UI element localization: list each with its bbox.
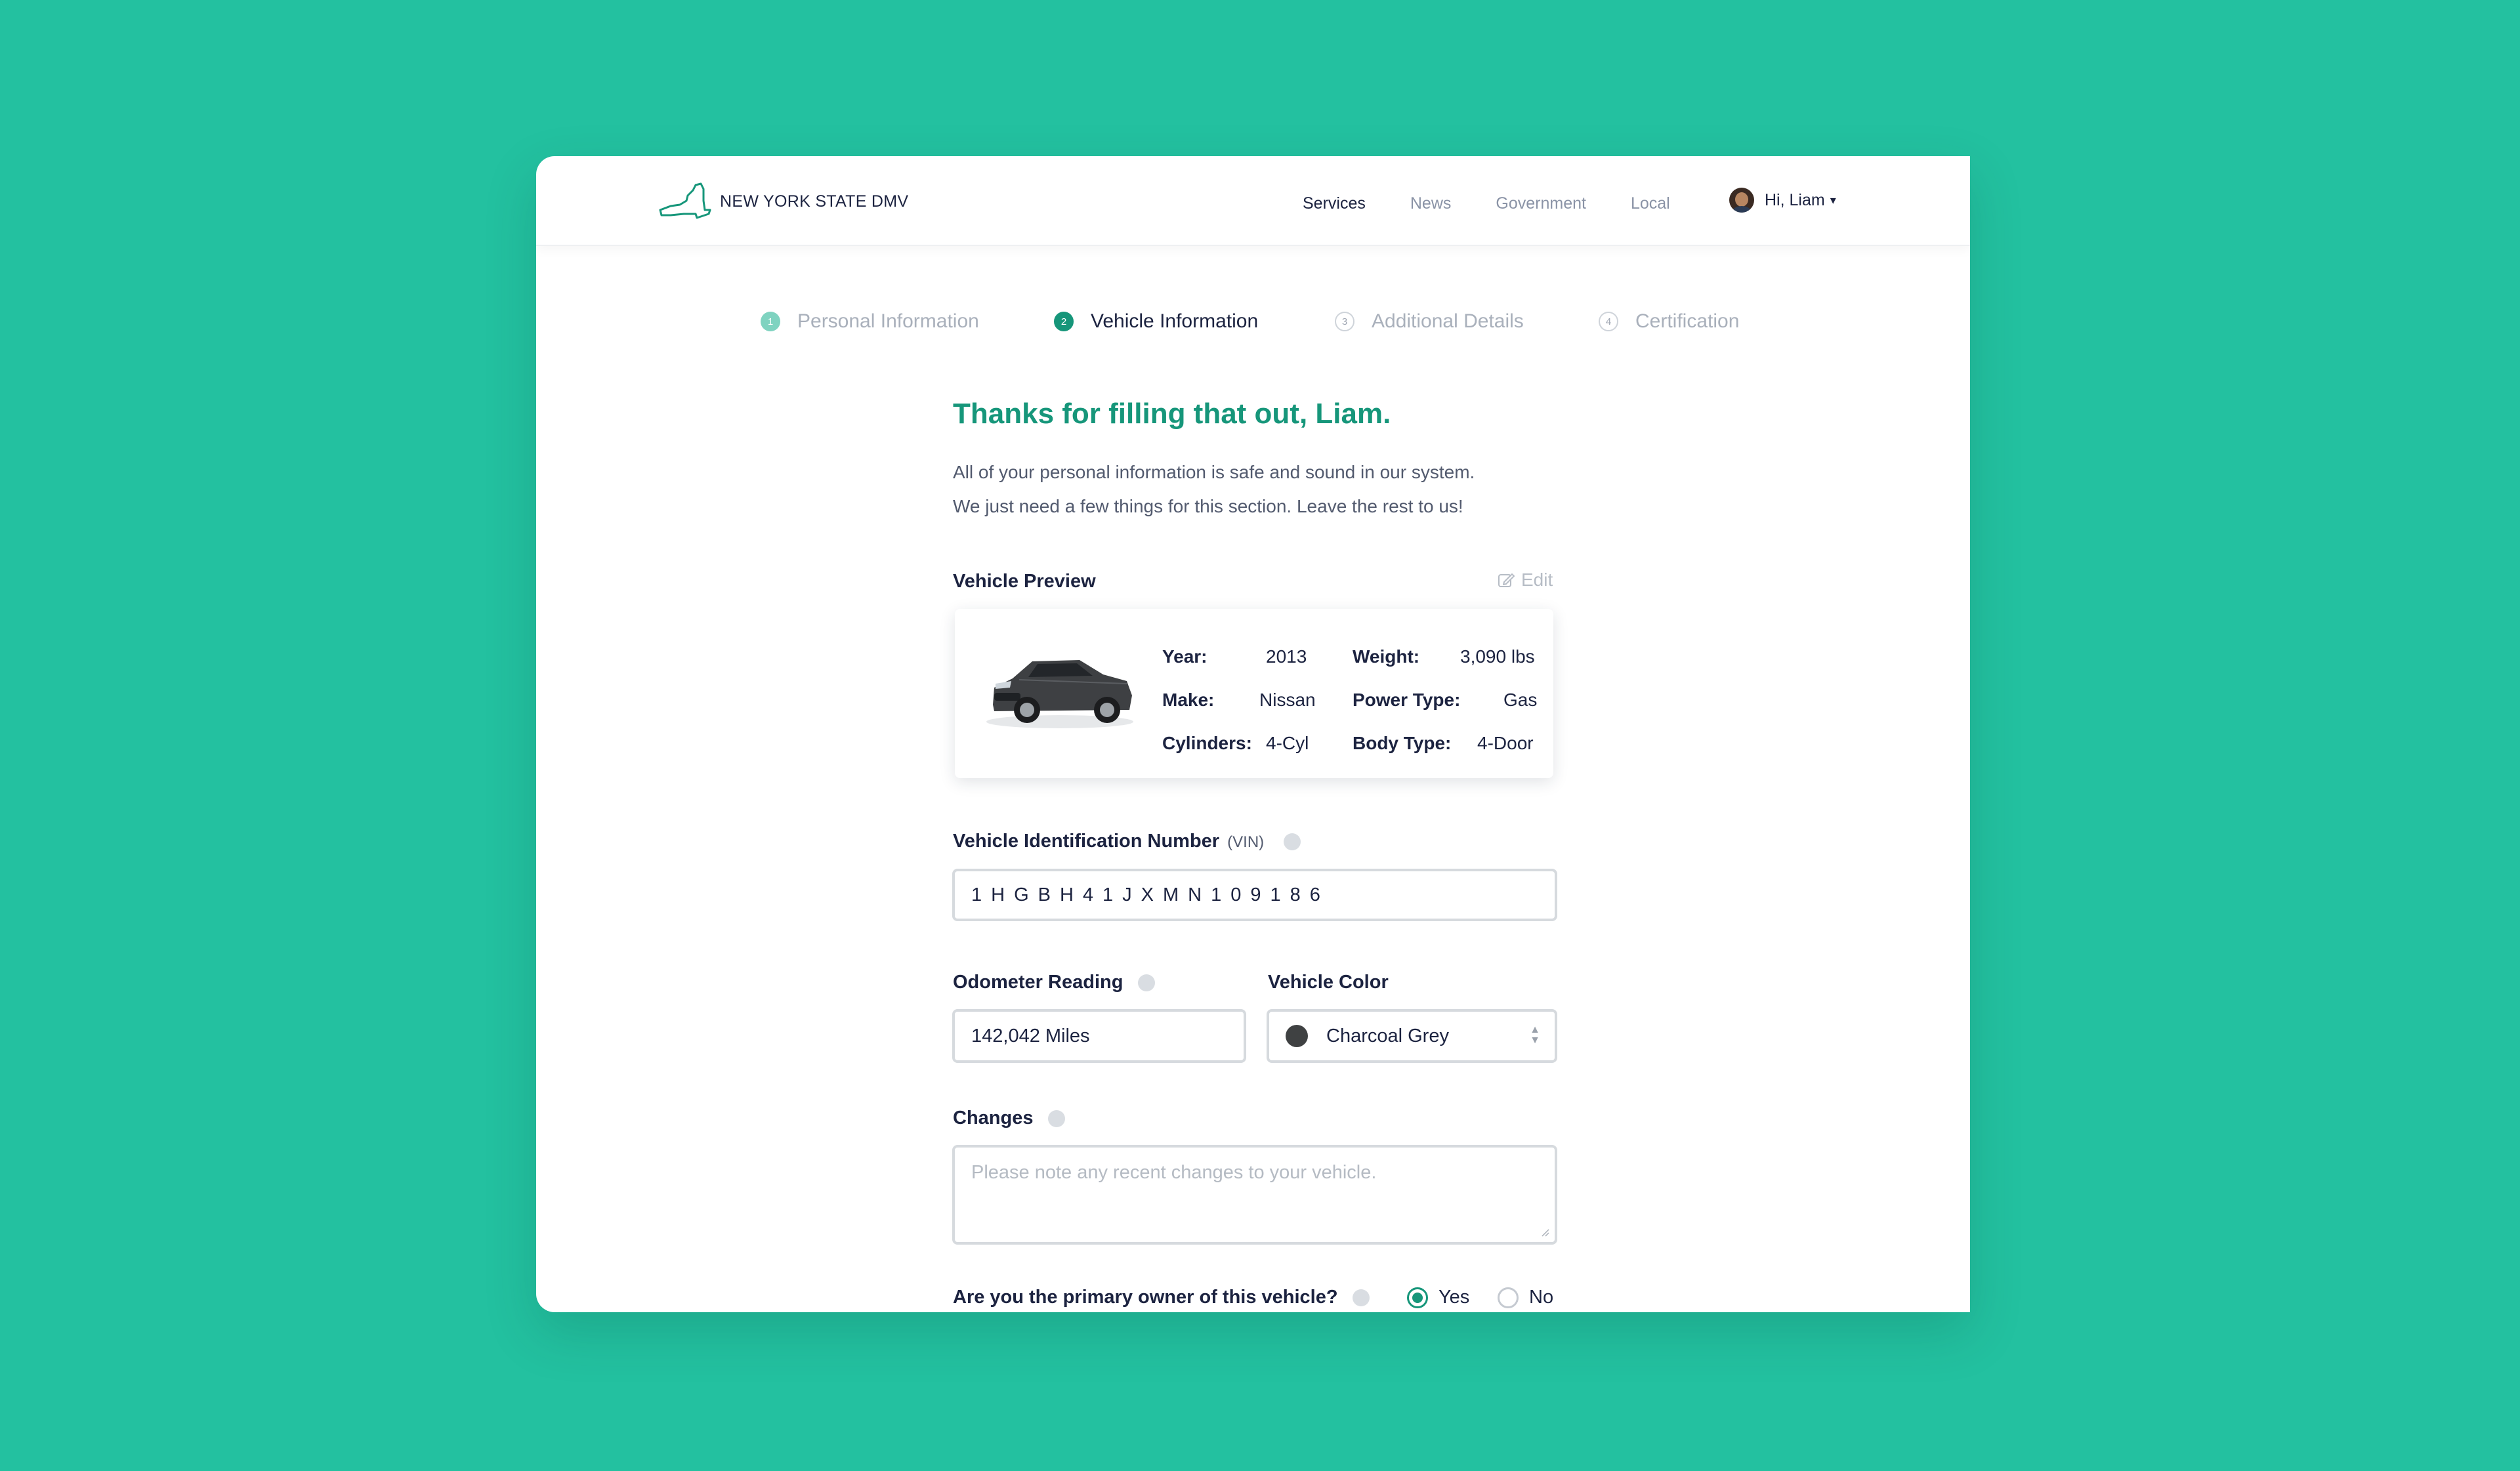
vehicle-color-value: Charcoal Grey xyxy=(1326,1025,1449,1046)
spec-make-value: Nissan xyxy=(1259,690,1316,710)
intro-line-1: All of your personal information is safe… xyxy=(953,462,1475,482)
spec-body-value: 4-Door xyxy=(1477,733,1534,753)
step-number: 4 xyxy=(1599,312,1618,331)
vehicle-preview-label: Vehicle Preview xyxy=(953,571,1096,592)
resize-handle-icon[interactable] xyxy=(1540,1228,1549,1237)
app-window: NEW YORK STATE DMV Services News Governm… xyxy=(536,156,1970,1312)
radio-indicator xyxy=(1498,1287,1519,1308)
select-arrows-icon: ▲ ▼ xyxy=(1530,1024,1540,1046)
intro-line-2: We just need a few things for this secti… xyxy=(953,496,1463,516)
nav-local[interactable]: Local xyxy=(1631,194,1670,213)
step-label: Vehicle Information xyxy=(1091,310,1259,332)
vin-label-text: Vehicle Identification Number xyxy=(953,831,1220,852)
nav-government[interactable]: Government xyxy=(1496,194,1586,213)
vin-label-suffix: (VIN) xyxy=(1227,833,1265,851)
owner-yes-radio[interactable]: Yes xyxy=(1407,1287,1469,1308)
step-personal-information[interactable]: 1 Personal Information xyxy=(761,310,979,333)
owner-no-label: No xyxy=(1529,1287,1554,1308)
spec-year: Year: xyxy=(1162,646,1208,667)
vehicle-color-label: Vehicle Color xyxy=(1268,972,1389,993)
odometer-label: Odometer Reading xyxy=(953,972,1155,993)
edit-button[interactable]: Edit xyxy=(1498,570,1553,590)
changes-textarea[interactable]: Please note any recent changes to your v… xyxy=(952,1145,1557,1245)
help-icon[interactable] xyxy=(1284,833,1301,851)
user-menu[interactable]: Hi, Liam ▾ xyxy=(1729,188,1836,213)
spec-make: Make: xyxy=(1162,690,1214,711)
vin-input[interactable]: 1HGBH41JXMN109186 xyxy=(952,869,1557,921)
progress-steps: 1 Personal Information 2 Vehicle Informa… xyxy=(536,310,1970,350)
vehicle-preview-card: Year: 2013 Make: Nissan Cylinders: 4-Cyl… xyxy=(955,609,1553,778)
nav-services[interactable]: Services xyxy=(1303,194,1366,213)
primary-owner-question-text: Are you the primary owner of this vehicl… xyxy=(953,1287,1338,1308)
spec-body-type: Body Type: xyxy=(1353,733,1451,754)
spec-power-value: Gas xyxy=(1503,690,1538,710)
car-image xyxy=(986,660,1133,728)
changes-label: Changes xyxy=(953,1108,1065,1129)
vehicle-color-select[interactable]: Charcoal Grey ▲ ▼ xyxy=(1267,1009,1557,1063)
chevron-down-icon: ▾ xyxy=(1830,193,1836,207)
spec-year-value: 2013 xyxy=(1266,646,1307,667)
color-swatch xyxy=(1286,1025,1308,1047)
step-number: 2 xyxy=(1054,312,1074,331)
nav-news[interactable]: News xyxy=(1410,194,1452,213)
spec-weight: Weight: xyxy=(1353,646,1419,667)
changes-label-text: Changes xyxy=(953,1108,1034,1129)
step-additional-details[interactable]: 3 Additional Details xyxy=(1335,310,1524,333)
spec-body-label: Body Type: xyxy=(1353,733,1452,753)
odometer-input[interactable]: 142,042 Miles xyxy=(952,1009,1246,1063)
help-icon[interactable] xyxy=(1137,974,1155,992)
spec-cylinders-value: 4-Cyl xyxy=(1266,733,1309,753)
spec-power-label: Power Type: xyxy=(1353,690,1461,710)
changes-placeholder: Please note any recent changes to your v… xyxy=(971,1162,1377,1183)
spec-weight-value: 3,090 lbs xyxy=(1460,646,1535,667)
main-nav: Services News Government Local xyxy=(1303,194,1715,213)
step-number: 1 xyxy=(761,312,780,331)
odometer-label-text: Odometer Reading xyxy=(953,972,1124,993)
vin-label: Vehicle Identification Number (VIN) xyxy=(953,831,1301,852)
spec-power-type: Power Type: xyxy=(1353,690,1460,711)
owner-no-radio[interactable]: No xyxy=(1498,1287,1553,1308)
spec-weight-label: Weight: xyxy=(1353,646,1420,667)
primary-owner-question: Are you the primary owner of this vehicl… xyxy=(953,1287,1370,1308)
spec-cylinders: Cylinders: xyxy=(1162,733,1252,754)
pencil-icon xyxy=(1498,573,1515,587)
edit-label: Edit xyxy=(1521,570,1553,590)
step-label: Additional Details xyxy=(1372,310,1524,332)
spec-make-label: Make: xyxy=(1162,690,1215,710)
step-number: 3 xyxy=(1335,312,1354,331)
user-greeting: Hi, Liam xyxy=(1765,190,1825,209)
top-header: NEW YORK STATE DMV Services News Governm… xyxy=(536,156,1970,246)
step-label: Personal Information xyxy=(797,310,979,332)
help-icon[interactable] xyxy=(1352,1289,1370,1307)
step-vehicle-information[interactable]: 2 Vehicle Information xyxy=(1054,310,1258,333)
avatar xyxy=(1729,188,1754,213)
brand-title[interactable]: NEW YORK STATE DMV xyxy=(720,192,908,211)
step-certification[interactable]: 4 Certification xyxy=(1599,310,1739,333)
help-icon[interactable] xyxy=(1047,1110,1065,1128)
owner-yes-label: Yes xyxy=(1438,1287,1470,1308)
radio-indicator xyxy=(1407,1287,1428,1308)
spec-year-label: Year: xyxy=(1162,646,1208,667)
spec-cylinders-label: Cylinders: xyxy=(1162,733,1252,753)
step-label: Certification xyxy=(1635,310,1740,332)
new-york-state-outline-icon[interactable] xyxy=(658,181,711,222)
intro-text: All of your personal information is safe… xyxy=(953,455,1475,524)
page-title: Thanks for filling that out, Liam. xyxy=(953,398,1391,430)
